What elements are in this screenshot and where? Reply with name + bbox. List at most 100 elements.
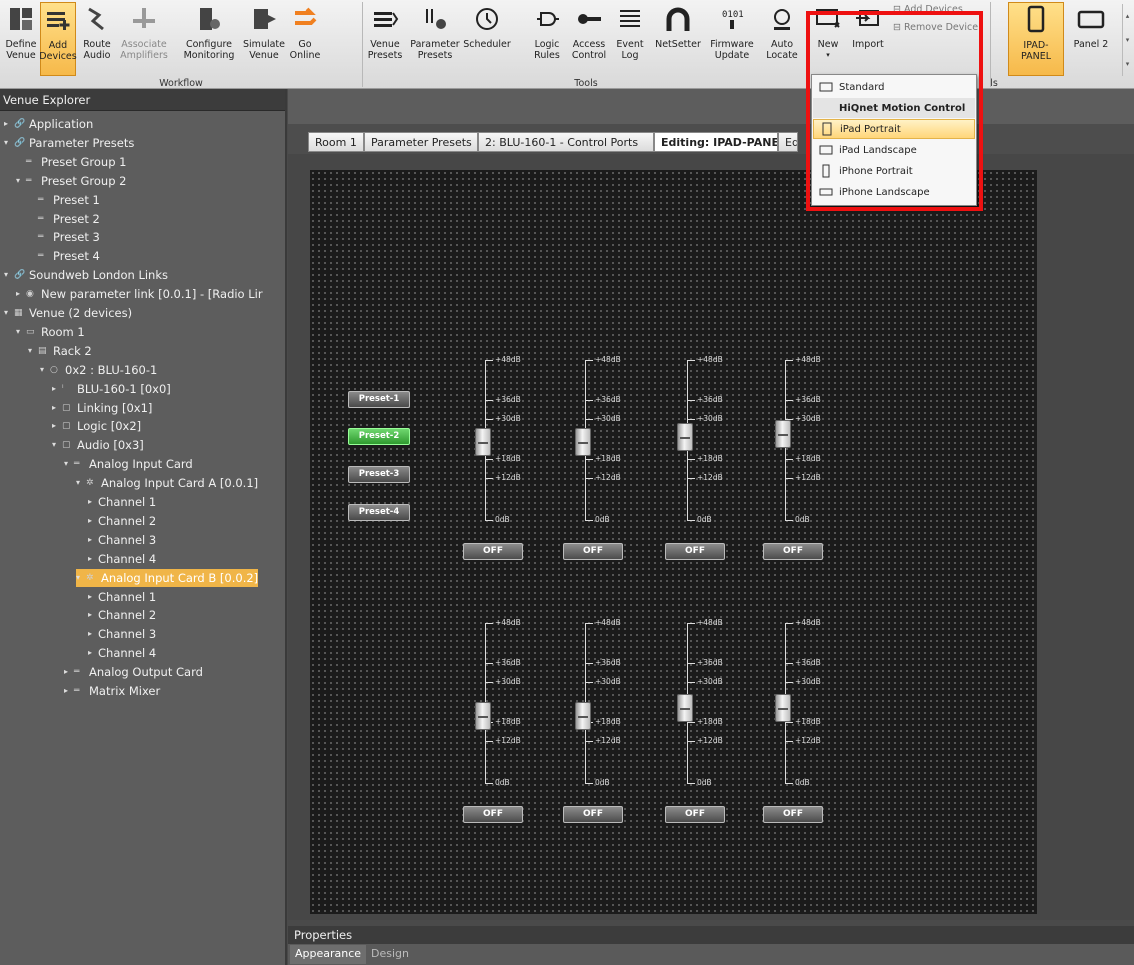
netsetter-button[interactable]: NetSetter: [652, 2, 704, 76]
expand-down-icon[interactable]: ▾: [28, 342, 38, 360]
expand-down-icon[interactable]: ▾: [52, 436, 62, 454]
firmware-update-button[interactable]: 0101 Firmware Update: [706, 2, 758, 76]
expand-right-icon[interactable]: ▸: [64, 682, 74, 700]
tree-item[interactable]: ▾ ✲ Analog Input Card B [0.0.2]: [76, 568, 259, 587]
tab-2[interactable]: 2: BLU-160-1 - Control Ports: [478, 132, 654, 152]
properties-tab-design[interactable]: Design: [366, 945, 414, 964]
tab-0[interactable]: Room 1: [308, 132, 364, 152]
tree-item[interactable]: ▾ ═ Preset Group 2: [16, 172, 127, 190]
expand-down-icon[interactable]: ▾: [40, 361, 50, 379]
ipad-panel-button[interactable]: IPAD-PANEL: [1008, 2, 1064, 76]
parameter-presets-button[interactable]: Parameter Presets: [410, 2, 460, 76]
ribbon-scroll[interactable]: ▴ ▾ ▾: [1122, 4, 1132, 76]
tree-item[interactable]: ▸ Channel 4: [88, 644, 156, 662]
panel2-button[interactable]: Panel 2: [1066, 2, 1116, 76]
expand-down-icon[interactable]: ▾: [4, 266, 14, 284]
tab-1[interactable]: Parameter Presets: [364, 132, 478, 152]
tree-item[interactable]: ▸ ▢ Linking [0x1]: [52, 399, 152, 417]
tree-item[interactable]: ═ Preset 3: [28, 228, 100, 246]
preset-button-2[interactable]: Preset-2: [348, 428, 410, 445]
tree-item[interactable]: ▸ Channel 3: [88, 531, 156, 549]
tree-item[interactable]: ▾ ▭ Room 1: [16, 323, 85, 341]
fader[interactable]: +48dB +36dB +30dB +18dB +12dB 0dB: [563, 613, 625, 787]
preset-button-3[interactable]: Preset-3: [348, 466, 410, 483]
tree-item[interactable]: ▾ 🔗 Soundweb London Links: [4, 266, 168, 284]
expand-down-icon[interactable]: ▾: [16, 323, 26, 341]
tree-item[interactable]: ▾ ═ Analog Input Card: [64, 455, 193, 473]
tree-item[interactable]: ▾ 🔗 Parameter Presets: [4, 134, 134, 152]
expand-right-icon[interactable]: ▸: [88, 531, 98, 549]
expand-right-icon[interactable]: ▸: [52, 417, 62, 435]
fader[interactable]: +48dB +36dB +30dB +18dB +12dB 0dB: [763, 350, 825, 524]
fader-knob[interactable]: [475, 702, 491, 730]
fader-knob[interactable]: [677, 423, 693, 451]
tab-3[interactable]: Editing: IPAD-PANEL: [654, 132, 778, 152]
expand-right-icon[interactable]: ▸: [16, 285, 26, 303]
off-button[interactable]: OFF: [463, 806, 523, 823]
expand-right-icon[interactable]: ▸: [52, 380, 62, 398]
tab-4[interactable]: Ed: [778, 132, 798, 152]
off-button[interactable]: OFF: [763, 543, 823, 560]
tree-item[interactable]: ▸ 🔗 Application: [4, 115, 93, 133]
expand-right-icon[interactable]: ▸: [88, 625, 98, 643]
off-button[interactable]: OFF: [665, 543, 725, 560]
expand-down-icon[interactable]: ▾: [4, 304, 14, 322]
expand-down-icon[interactable]: ▾: [4, 134, 14, 152]
tree-item[interactable]: ▸ Channel 3: [88, 625, 156, 643]
tree-item[interactable]: ▾ ✲ Analog Input Card A [0.0.1]: [76, 474, 258, 492]
expand-right-icon[interactable]: ▸: [88, 550, 98, 568]
access-control-button[interactable]: Access Control: [569, 2, 609, 76]
off-button[interactable]: OFF: [563, 806, 623, 823]
expand-right-icon[interactable]: ▸: [88, 493, 98, 511]
preset-button-1[interactable]: Preset-1: [348, 391, 410, 408]
expand-down-icon[interactable]: ▾: [16, 172, 26, 190]
off-button[interactable]: OFF: [763, 806, 823, 823]
tree-item[interactable]: ▾ ▦ Venue (2 devices): [4, 304, 132, 322]
fader[interactable]: +48dB +36dB +30dB +18dB +12dB 0dB: [665, 350, 727, 524]
expand-down-icon[interactable]: ▾: [76, 569, 86, 587]
tree-item[interactable]: ▸ ═ Analog Output Card: [64, 663, 203, 681]
fader-knob[interactable]: [775, 419, 791, 448]
expand-down-icon[interactable]: ▾: [64, 455, 74, 473]
tree-item[interactable]: ═ Preset 4: [28, 247, 100, 265]
tree-item[interactable]: ▾ ○ 0x2 : BLU-160-1: [40, 361, 157, 379]
fader[interactable]: +48dB +36dB +30dB +18dB +12dB 0dB: [665, 613, 727, 787]
event-log-button[interactable]: Event Log: [612, 2, 648, 76]
tree-item[interactable]: ▸ ═ Matrix Mixer: [64, 682, 160, 700]
expand-right-icon[interactable]: ▸: [64, 663, 74, 681]
tree-item[interactable]: ═ Preset Group 1: [16, 153, 127, 171]
fader[interactable]: +48dB +36dB +30dB +18dB +12dB 0dB: [463, 350, 525, 524]
expand-right-icon[interactable]: ▸: [88, 606, 98, 624]
fader[interactable]: +48dB +36dB +30dB +18dB +12dB 0dB: [463, 613, 525, 787]
scheduler-button[interactable]: Scheduler: [462, 2, 512, 76]
off-button[interactable]: OFF: [665, 806, 725, 823]
go-online-button[interactable]: Go Online: [286, 2, 324, 76]
tree-item[interactable]: ▸ ◉ New parameter link [0.0.1] - [Radio Li…: [16, 285, 263, 303]
associate-amplifiers-button[interactable]: Associate Amplifiers: [116, 2, 172, 76]
expand-right-icon[interactable]: ▸: [88, 512, 98, 530]
tree-item[interactable]: ═ Preset 1: [28, 191, 100, 209]
fader-knob[interactable]: [575, 427, 591, 456]
route-audio-button[interactable]: Route Audio: [78, 2, 116, 76]
tree-item[interactable]: ▾ ▤ Rack 2: [28, 342, 92, 360]
fader-knob[interactable]: [575, 702, 591, 730]
configure-monitoring-button[interactable]: Configure Monitoring: [176, 2, 242, 76]
tree-item[interactable]: ▾ ▢ Audio [0x3]: [52, 436, 144, 454]
expand-right-icon[interactable]: ▸: [52, 399, 62, 417]
fader-knob[interactable]: [775, 694, 791, 722]
tree-item[interactable]: ▸ Channel 1: [88, 588, 156, 606]
preset-button-4[interactable]: Preset-4: [348, 504, 410, 521]
define-venue-button[interactable]: Define Venue: [2, 2, 40, 76]
tree-item[interactable]: ▸ Channel 2: [88, 512, 156, 530]
add-devices-button[interactable]: Add Devices: [39, 2, 77, 76]
tree-item[interactable]: ▸ Channel 2: [88, 606, 156, 624]
auto-locate-button[interactable]: Auto Locate: [762, 2, 802, 76]
fader[interactable]: +48dB +36dB +30dB +18dB +12dB 0dB: [563, 350, 625, 524]
tree-item[interactable]: ▸ Channel 4: [88, 550, 156, 568]
off-button[interactable]: OFF: [563, 543, 623, 560]
fader[interactable]: +48dB +36dB +30dB +18dB +12dB 0dB: [763, 613, 825, 787]
tree-item[interactable]: ▸ Channel 1: [88, 493, 156, 511]
off-button[interactable]: OFF: [463, 543, 523, 560]
tree-item[interactable]: ▸ ⁱ BLU-160-1 [0x0]: [52, 380, 171, 398]
fader-knob[interactable]: [475, 427, 491, 456]
